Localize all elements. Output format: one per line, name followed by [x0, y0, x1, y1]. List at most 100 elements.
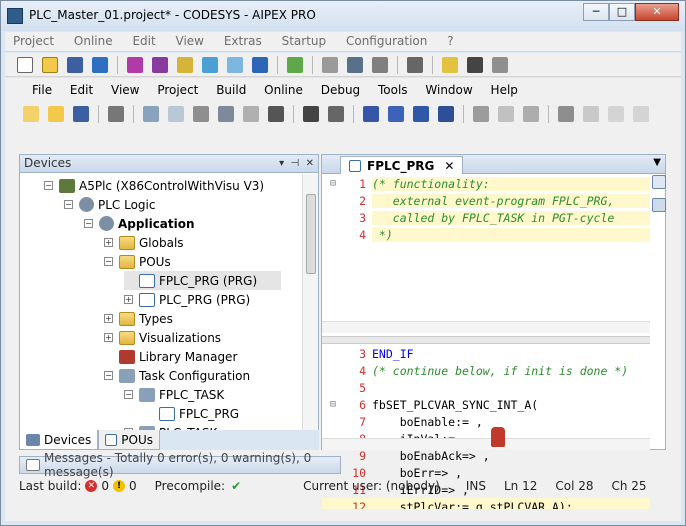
outer-menu-online[interactable]: Online — [66, 32, 121, 48]
copy-icon[interactable] — [218, 106, 234, 122]
open-project-icon[interactable] — [48, 106, 64, 122]
collapse-icon[interactable]: − — [44, 181, 53, 190]
tree-item[interactable]: − Application — [84, 214, 195, 233]
devices-scrollbar-thumb[interactable] — [306, 194, 316, 274]
stop-icon[interactable] — [633, 106, 649, 122]
devices-scrollbar[interactable] — [302, 174, 318, 432]
fold-toggle-icon[interactable]: ⊟ — [322, 399, 344, 410]
close-button[interactable]: ✕ — [635, 3, 679, 21]
expand-icon[interactable]: + — [104, 238, 113, 247]
outer-menu-extras[interactable]: Extras — [216, 32, 270, 48]
arrow-forward-icon[interactable] — [202, 56, 218, 73]
tree-item[interactable]: − PLC Logic — [64, 195, 155, 214]
save-project-icon[interactable] — [73, 106, 89, 122]
delete-icon[interactable] — [268, 106, 284, 122]
tree-item[interactable]: + Visualizations — [104, 328, 221, 347]
code-line[interactable]: ⊟ 6 fbSET_PLCVAR_SYNC_INT_A( — [322, 396, 650, 413]
tabular-view-icon[interactable] — [652, 198, 666, 212]
outer-menu-edit[interactable]: Edit — [124, 32, 163, 48]
tree-item[interactable]: − A5Plc (X86ControlWithVisu V3) — [44, 176, 264, 195]
collapse-icon[interactable]: − — [104, 371, 113, 380]
copy-icon[interactable] — [347, 56, 363, 73]
new-project-icon[interactable] — [23, 106, 39, 122]
replace-icon[interactable] — [328, 106, 344, 122]
outer-menu-project[interactable]: Project — [5, 32, 62, 48]
tab-list-dropdown-icon[interactable]: ▼ — [653, 157, 661, 168]
cut-icon[interactable] — [193, 106, 209, 122]
network-icon[interactable] — [492, 56, 508, 73]
save-icon[interactable] — [67, 56, 83, 73]
minimize-button[interactable]: ─ — [583, 3, 609, 21]
print-icon[interactable] — [108, 106, 124, 122]
open-folder-icon[interactable] — [42, 56, 58, 73]
collapse-icon[interactable]: − — [64, 200, 73, 209]
editor-tab-fplc-prg[interactable]: FPLC_PRG ✕ — [340, 156, 464, 174]
expand-icon[interactable]: + — [124, 295, 133, 304]
bookmark-clear-icon[interactable] — [438, 106, 454, 122]
tree-item[interactable]: − Task Configuration — [104, 366, 250, 385]
undo-icon[interactable] — [143, 106, 159, 122]
tree-item[interactable]: − FPLC_TASK — [124, 385, 224, 404]
textual-view-icon[interactable] — [652, 175, 666, 189]
bookmark-next-icon[interactable] — [388, 106, 404, 122]
tree-item[interactable]: − POUs — [104, 252, 171, 271]
tree-item[interactable]: FPLC_PRG — [144, 404, 239, 423]
collapse-icon[interactable]: − — [104, 257, 113, 266]
arrow-left-icon[interactable] — [92, 56, 108, 73]
expand-icon[interactable]: + — [104, 314, 113, 323]
bookmark-prev-icon[interactable] — [413, 106, 429, 122]
declaration-hscrollbar[interactable] — [322, 321, 650, 333]
fold-toggle-icon[interactable]: ⊟ — [322, 178, 344, 189]
magenta-tool-icon[interactable] — [127, 56, 143, 73]
print-icon[interactable] — [407, 56, 423, 73]
messages-bar[interactable]: Messages - Totally 0 error(s), 0 warning… — [19, 451, 341, 479]
run-icon[interactable] — [608, 106, 624, 122]
collapse-icon[interactable]: − — [124, 390, 133, 399]
code-line[interactable]: 12 stPlcVar:= g_stPLCVAR_A); — [322, 498, 650, 509]
paste-icon[interactable] — [243, 106, 259, 122]
menu-tools[interactable]: Tools — [371, 81, 415, 97]
menu-help[interactable]: Help — [484, 81, 525, 97]
collapse-icon[interactable]: − — [84, 219, 93, 228]
calculator-icon[interactable] — [287, 56, 303, 73]
outer-menu-help[interactable]: ? — [439, 32, 461, 48]
tab-pous[interactable]: POUs — [98, 430, 161, 450]
new-file-icon[interactable] — [17, 56, 33, 73]
tree-item[interactable]: + Globals — [104, 233, 184, 252]
declaration-pane[interactable]: ⊟ 1 (* functionality: 2 external event-prog… — [322, 175, 650, 325]
menu-view[interactable]: View — [104, 81, 146, 97]
menu-debug[interactable]: Debug — [314, 81, 367, 97]
menu-file[interactable]: File — [25, 81, 59, 97]
title-bar[interactable]: PLC_Master_01.project* - CODESYS - AIPEX… — [1, 1, 685, 31]
implementation-hscrollbar[interactable] — [322, 438, 650, 450]
maximize-button[interactable]: □ — [609, 3, 635, 21]
code-line[interactable]: 3 END_IF — [322, 345, 650, 362]
menu-window[interactable]: Window — [418, 81, 479, 97]
outer-menu-startup[interactable]: Startup — [274, 32, 335, 48]
code-line[interactable]: 5 — [322, 379, 650, 396]
code-line[interactable]: 2 external event-program FPLC_PRG, — [322, 192, 650, 209]
outer-menu-view[interactable]: View — [168, 32, 212, 48]
bookmark-icon[interactable] — [363, 106, 379, 122]
redo-icon[interactable] — [168, 106, 184, 122]
code-line[interactable]: 3 called by FPLC_TASK in PGT-cycle — [322, 209, 650, 226]
paste-icon[interactable] — [372, 56, 388, 73]
tree-item[interactable]: Library Manager — [104, 347, 237, 366]
build-icon[interactable] — [442, 56, 458, 73]
export-icon[interactable] — [523, 106, 539, 122]
menu-edit[interactable]: Edit — [63, 81, 100, 97]
login-icon[interactable] — [558, 106, 574, 122]
menu-project[interactable]: Project — [150, 81, 205, 97]
expand-icon[interactable]: + — [104, 333, 113, 342]
code-line[interactable]: ⊟ 1 (* functionality: — [322, 175, 650, 192]
dropdown-tool-icon[interactable] — [498, 106, 514, 122]
tab-devices[interactable]: Devices — [19, 430, 99, 450]
tree-item[interactable]: + Types — [104, 309, 173, 328]
logout-icon[interactable] — [583, 106, 599, 122]
bug-icon[interactable] — [152, 56, 168, 73]
code-line[interactable]: 7 boEnable:= , — [322, 413, 650, 430]
panel-header-buttons[interactable]: ▾ ⊣ ✕ — [279, 155, 314, 172]
tree-item[interactable]: + PLC_PRG (PRG) — [124, 290, 250, 309]
arrow-back-icon[interactable] — [177, 56, 193, 73]
tab-close-icon[interactable]: ✕ — [444, 159, 454, 173]
